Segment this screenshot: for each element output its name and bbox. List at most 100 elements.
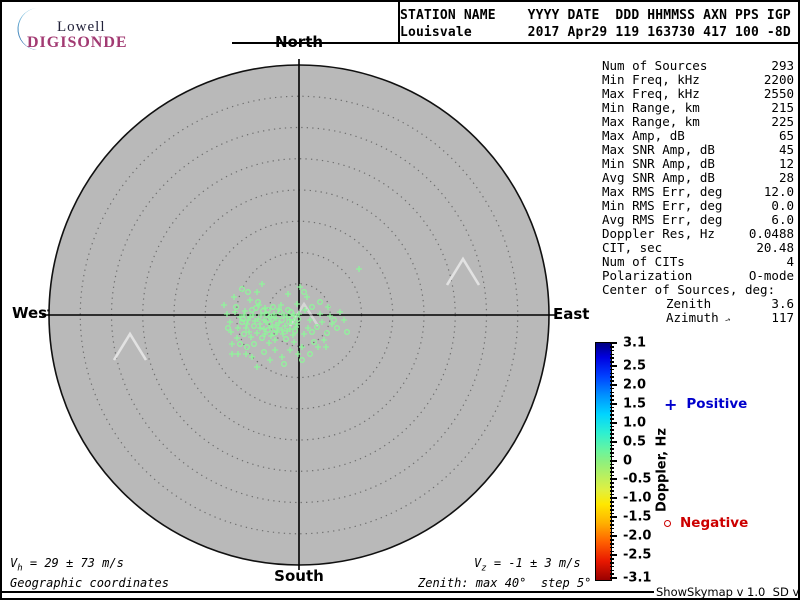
colorbar-tick-label: 2.5 — [623, 358, 647, 374]
stat-row: Min SNR Amp, dB 12 — [602, 157, 794, 171]
compass-north-label: North — [274, 33, 324, 51]
logo-digisonde-text: DIGISONDE — [27, 34, 128, 51]
colorbar-minor-tick — [610, 372, 614, 375]
colorbar-minor-tick — [610, 346, 614, 348]
stat-row: Max RMS Err, deg 12.0 — [602, 185, 794, 199]
colorbar-minor-tick — [610, 482, 614, 484]
colorbar-minor-tick — [610, 509, 614, 511]
colorbar-minor-tick — [610, 418, 614, 420]
colorbar-tick-label: -1.0 — [623, 490, 652, 506]
colorbar-tick-label: 0 — [623, 453, 633, 468]
colorbar-major-tick — [610, 535, 617, 538]
colorbar-minor-tick — [610, 433, 614, 435]
circle-marker-icon — [664, 519, 671, 527]
stat-row: Center of Sources, deg: — [602, 283, 794, 297]
colorbar-major-tick — [610, 478, 617, 481]
colorbar-minor-tick — [610, 569, 614, 572]
stat-value: 225 — [771, 114, 794, 129]
vh-value: = 29 ± 73 m/s — [22, 556, 124, 570]
stat-label: Max Range, km — [602, 114, 700, 129]
stat-label: Max SNR Amp, dB — [602, 142, 715, 157]
colorbar-minor-tick — [610, 452, 614, 454]
colorbar-minor-tick — [610, 493, 614, 496]
colorbar-tick-label: -2.0 — [623, 528, 652, 544]
stat-value: 2200 — [763, 72, 794, 87]
colorbar-minor-tick — [610, 558, 614, 560]
legend-positive: + Positive — [664, 396, 747, 412]
stat-value: 65 — [778, 128, 794, 143]
colorbar-minor-tick — [610, 376, 614, 378]
colorbar-minor-tick — [610, 425, 614, 428]
colorbar-minor-tick — [610, 546, 614, 549]
stat-row: CIT, sec 20.48 — [602, 241, 794, 255]
stat-label: Min RMS Err, deg — [602, 198, 723, 213]
stat-value: 2550 — [763, 86, 794, 101]
colorbar-major-tick — [610, 383, 617, 386]
stat-value: O-mode — [748, 268, 794, 283]
coordinates-note: Geographic coordinates — [10, 576, 169, 590]
stat-value: 3.6 — [771, 296, 794, 311]
colorbar-minor-tick — [610, 437, 614, 439]
colorbar-major-tick — [610, 497, 617, 500]
stat-value: 20.48 — [756, 240, 794, 255]
colorbar-minor-tick — [610, 524, 614, 526]
colorbar-tick-label: -0.5 — [623, 471, 652, 487]
colorbar-tick-label: -1.5 — [623, 509, 652, 525]
azimuth-arrow-icon: ↗ — [722, 314, 733, 326]
stat-value: 293 — [771, 58, 794, 73]
colorbar-minor-tick — [610, 501, 614, 503]
vertical-velocity-readout: Vz = -1 ± 3 m/s — [474, 556, 581, 573]
colorbar-minor-tick — [610, 349, 614, 352]
colorbar-major-tick — [610, 421, 617, 424]
colorbar-minor-tick — [610, 505, 614, 507]
skymap-polar-plot — [42, 59, 556, 570]
lowell-digisonde-logo: Lowell DIGISONDE — [10, 6, 160, 52]
colorbar-tick-label: -3.1 — [623, 570, 652, 586]
colorbar-minor-tick — [610, 444, 614, 447]
colorbar-major-tick — [610, 402, 617, 405]
stat-label: Center of Sources, deg: — [602, 282, 776, 297]
stat-row: Avg RMS Err, deg 6.0 — [602, 213, 794, 227]
colorbar-minor-tick — [610, 562, 614, 564]
stat-value: 12 — [778, 156, 794, 171]
stat-label: Doppler Res, Hz — [602, 226, 715, 241]
colorbar-minor-tick — [610, 410, 614, 412]
colorbar-tick-label: 0.5 — [623, 434, 647, 450]
legend-negative-label: Negative — [680, 515, 749, 531]
stat-row: Polarization O-mode — [602, 269, 794, 283]
plus-marker-icon: + — [664, 394, 678, 414]
stat-value: 0.0488 — [748, 226, 794, 241]
stat-label: CIT, sec — [602, 240, 663, 255]
stat-value: 0.0 — [771, 198, 794, 213]
stat-label: Num of CITs — [602, 254, 685, 269]
colorbar-tick-label: 2.0 — [623, 377, 647, 393]
colorbar-minor-tick — [610, 527, 614, 530]
measurement-stats-panel: Num of Sources 293 Min Freq, kHz 2200 Max Fr… — [602, 59, 794, 327]
colorbar-minor-tick — [610, 512, 614, 515]
colorbar-minor-tick — [610, 471, 614, 473]
legend-positive-label: Positive — [686, 396, 748, 412]
zenith-range-note: Zenith: max 40° step 5° — [418, 576, 592, 590]
colorbar-minor-tick — [610, 353, 614, 356]
stat-label: Zenith — [666, 296, 712, 311]
stat-row: Avg SNR Amp, dB 28 — [602, 171, 794, 185]
colorbar-minor-tick — [610, 474, 614, 477]
stat-value: 6.0 — [771, 212, 794, 227]
stat-row: Max Freq, kHz 2550 — [602, 87, 794, 101]
stat-row: Max Range, km 225 — [602, 115, 794, 129]
footer-separator-line — [2, 591, 654, 593]
colorbar-minor-tick — [610, 539, 614, 541]
stat-row: Min Freq, kHz 2200 — [602, 73, 794, 87]
stat-label: Max Amp, dB — [602, 128, 685, 143]
stat-label: Polarization — [602, 268, 693, 283]
colorbar-minor-tick — [610, 463, 614, 466]
colorbar-minor-tick — [610, 429, 614, 431]
horizontal-velocity-readout: Vh = 29 ± 73 m/s — [10, 556, 124, 573]
stat-label: Max RMS Err, deg — [602, 184, 723, 199]
stat-row: Azimuth ↗ 117 — [602, 311, 794, 327]
stat-row: Min Range, km 215 — [602, 101, 794, 115]
stat-label: Num of Sources — [602, 58, 708, 73]
colorbar-minor-tick — [610, 406, 614, 409]
stat-row: Max Amp, dB 65 — [602, 129, 794, 143]
stat-label: Min Freq, kHz — [602, 72, 700, 87]
